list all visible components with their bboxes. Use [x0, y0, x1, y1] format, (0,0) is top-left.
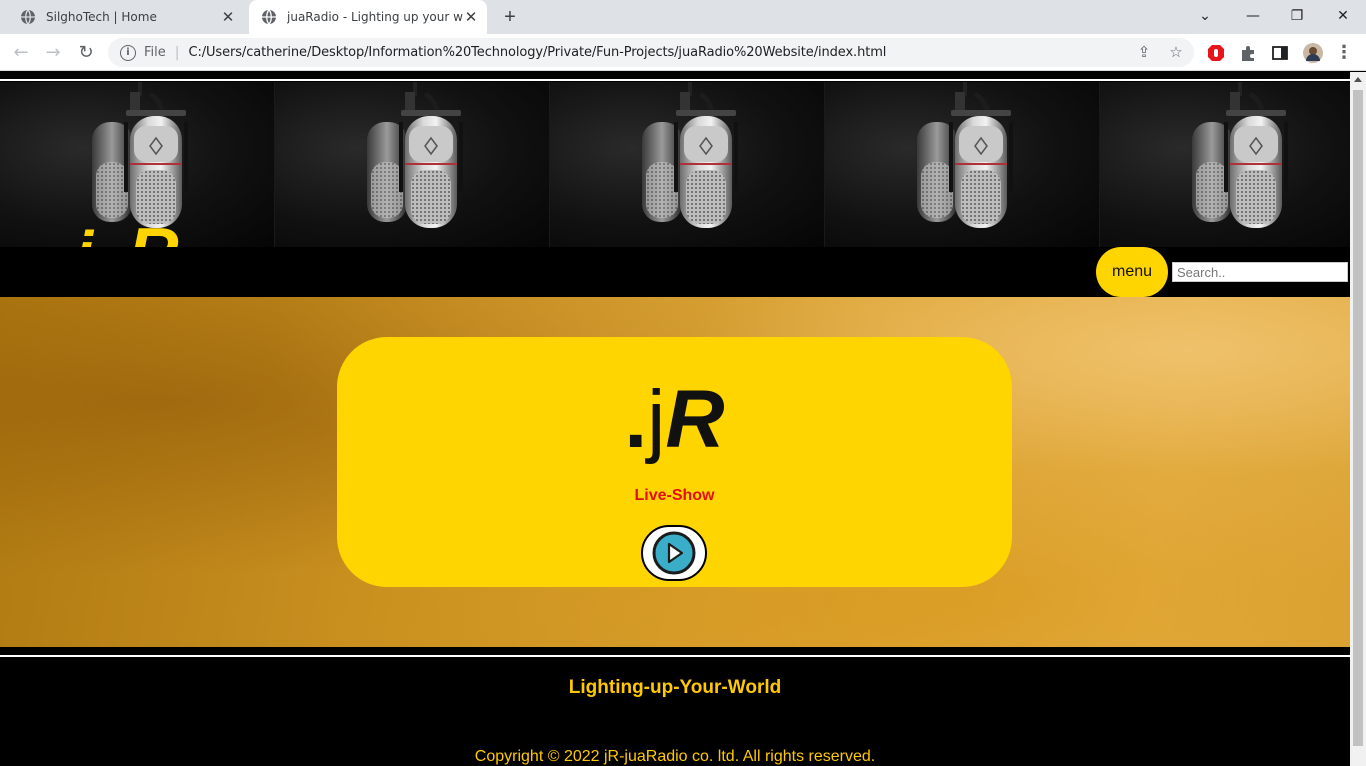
tab-silghotech[interactable]: SilghoTech | Home ✕ [8, 0, 244, 34]
side-panel-icon[interactable] [1271, 44, 1289, 62]
tab-search-icon[interactable]: ⌄ [1190, 4, 1220, 28]
footer-tagline: Lighting-up-Your-World [568, 677, 782, 698]
toolbar: ← → ↻ i File | C:/Users/catherine/Deskto… [0, 34, 1366, 71]
play-icon [652, 531, 696, 575]
play-button[interactable] [641, 525, 707, 581]
microphone-image [275, 82, 550, 247]
live-show-card: .jR Live-Show [337, 337, 1012, 587]
scroll-up-icon[interactable] [1354, 77, 1362, 82]
hero-section: .jR Live-Show [0, 297, 1350, 647]
back-icon[interactable]: ← [9, 41, 33, 65]
forward-icon[interactable]: → [41, 41, 65, 65]
scrollbar-thumb[interactable] [1353, 90, 1363, 746]
search-input[interactable] [1172, 262, 1348, 282]
copyright-text: Copyright © 2022 jR-juaRadio co. ltd. Al… [474, 748, 876, 765]
url-text[interactable]: C:/Users/catherine/Desktop/Information%2… [188, 45, 886, 60]
globe-icon [21, 9, 35, 25]
address-separator: | [174, 44, 180, 61]
page-viewport: .juaRadio menu .jR Live-Show Lighting-up… [0, 72, 1350, 766]
extensions-puzzle-icon[interactable] [1239, 44, 1257, 62]
tab-title: juaRadio - Lighting up your world [287, 10, 463, 24]
tab-title: SilghoTech | Home [46, 10, 157, 24]
scheme-label: File [144, 45, 166, 60]
jr-dot: . [624, 374, 648, 465]
jr-mark: .jR [337, 373, 1012, 467]
address-bar[interactable]: i File | C:/Users/catherine/Desktop/Info… [108, 38, 1194, 67]
microphone-image [550, 82, 825, 247]
microphone-image [1100, 82, 1350, 247]
profile-avatar-icon[interactable] [1303, 43, 1323, 63]
jr-r: R [665, 374, 725, 465]
top-divider [0, 79, 1350, 81]
tab-strip: SilghoTech | Home ✕ juaRadio - Lighting … [0, 0, 1366, 34]
live-show-label: Live-Show [634, 487, 715, 504]
menu-button[interactable]: menu [1096, 247, 1168, 297]
minimize-button[interactable]: — [1238, 4, 1268, 28]
share-icon[interactable]: ⇪ [1132, 38, 1156, 67]
more-menu-icon[interactable]: ⋮ [1332, 41, 1356, 65]
globe-icon [262, 9, 276, 25]
info-icon[interactable]: i [120, 44, 136, 61]
new-tab-button[interactable]: + [499, 6, 521, 28]
microphone-image [825, 82, 1100, 247]
reload-icon[interactable]: ↻ [74, 41, 98, 65]
adblock-extension-icon[interactable] [1207, 44, 1225, 62]
jr-j: j [647, 374, 666, 465]
close-icon[interactable]: ✕ [220, 8, 236, 26]
window-close-button[interactable]: ✕ [1328, 4, 1358, 28]
tab-juaradio[interactable]: juaRadio - Lighting up your world ✕ [249, 0, 487, 34]
bookmark-star-icon[interactable]: ☆ [1164, 38, 1188, 67]
nav-bar: menu [0, 247, 1350, 297]
restore-button[interactable]: ❐ [1282, 4, 1312, 28]
close-icon[interactable]: ✕ [463, 8, 479, 26]
page-scrollbar[interactable] [1350, 72, 1366, 766]
site-footer: Lighting-up-Your-World Copyright © 2022 … [0, 657, 1350, 766]
